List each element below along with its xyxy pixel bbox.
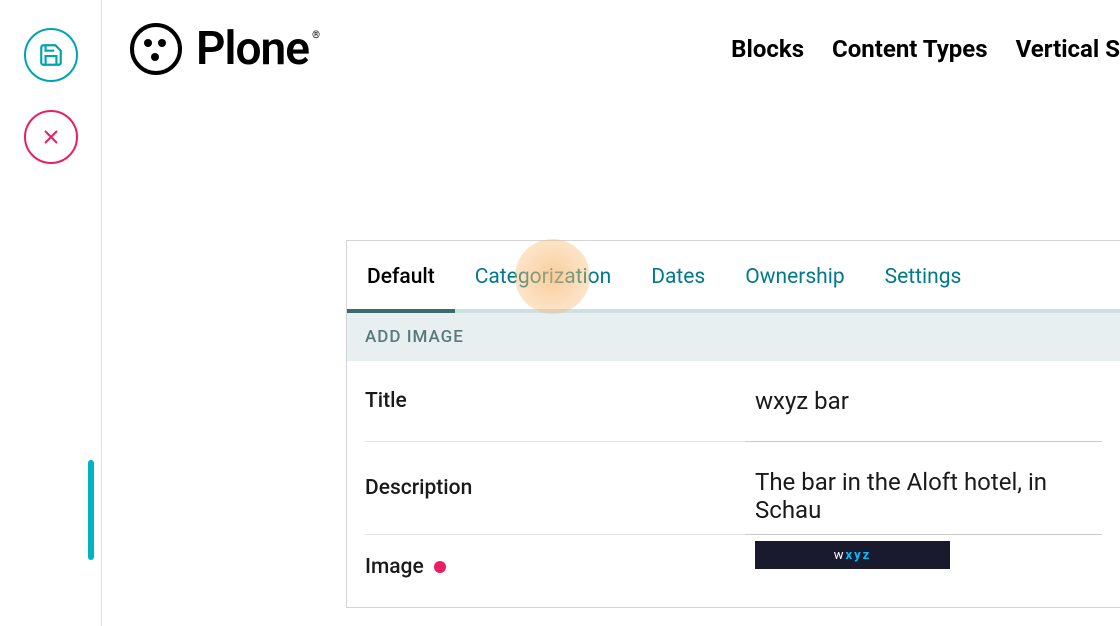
edit-toolbar xyxy=(0,0,102,626)
logo[interactable]: Plone® xyxy=(130,22,309,76)
section-add-image: ADD IMAGE xyxy=(347,313,1120,361)
tab-dates[interactable]: Dates xyxy=(631,241,725,309)
image-upload[interactable]: wxyz xyxy=(745,535,1102,607)
cancel-button[interactable] xyxy=(24,110,78,164)
tab-default[interactable]: Default xyxy=(347,241,455,309)
edge-indicator xyxy=(88,460,94,560)
required-indicator-icon xyxy=(434,561,446,573)
field-row-image: Image wxyz xyxy=(347,535,1120,607)
description-input[interactable]: The bar in the Aloft hotel, in Schau xyxy=(745,442,1102,535)
header: Plone® Blocks Content Types Vertical S xyxy=(102,0,1120,76)
plone-logo-icon xyxy=(130,23,182,75)
tab-settings[interactable]: Settings xyxy=(865,241,982,309)
logo-text: Plone® xyxy=(196,22,309,76)
close-icon xyxy=(39,125,63,149)
nav-vertical-s[interactable]: Vertical S xyxy=(1016,35,1120,63)
floppy-icon xyxy=(38,42,64,68)
title-input[interactable]: wxyz bar xyxy=(745,361,1102,442)
main-area: Plone® Blocks Content Types Vertical S D… xyxy=(102,0,1120,626)
tab-ownership[interactable]: Ownership xyxy=(725,241,864,309)
save-button[interactable] xyxy=(24,28,78,82)
field-label-title: Title xyxy=(365,361,745,442)
tab-categorization[interactable]: Categorization xyxy=(455,241,631,309)
edit-form-panel: Default Categorization Dates Ownership S… xyxy=(346,240,1120,608)
nav-content-types[interactable]: Content Types xyxy=(832,35,988,63)
field-row-title: Title wxyz bar xyxy=(347,361,1120,442)
nav-blocks[interactable]: Blocks xyxy=(731,35,804,63)
field-label-image: Image xyxy=(365,535,745,607)
form-tabs: Default Categorization Dates Ownership S… xyxy=(347,241,1120,313)
image-thumbnail: wxyz xyxy=(755,541,950,569)
field-label-description: Description xyxy=(365,442,745,535)
field-row-description: Description The bar in the Aloft hotel, … xyxy=(347,442,1120,535)
top-nav: Blocks Content Types Vertical S xyxy=(731,35,1120,63)
